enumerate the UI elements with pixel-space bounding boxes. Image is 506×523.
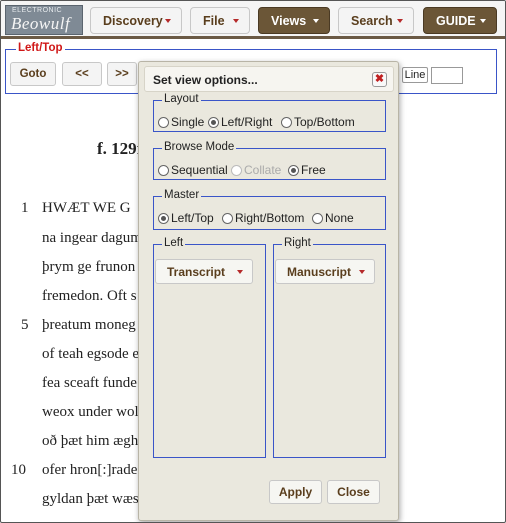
guide-menu-button[interactable]: GUIDE [423, 7, 497, 34]
search-menu-button[interactable]: Search [338, 7, 414, 34]
radio-button[interactable] [158, 164, 169, 176]
master-fieldset: Master Left/Top Right/Bottom None [153, 189, 386, 230]
line-number-input[interactable] [431, 67, 463, 84]
radio-button[interactable] [158, 116, 169, 128]
verse-line: weox under wol [42, 404, 139, 420]
dialog-title: Set view options... [153, 73, 258, 87]
dropdown-label: Transcript [167, 264, 226, 279]
radio-button-selected[interactable] [208, 116, 219, 128]
option-label: Sequential [171, 163, 228, 177]
discovery-label: Discovery [103, 13, 163, 28]
left-view-fieldset: Left Transcript [153, 237, 266, 458]
chevron-down-icon [397, 19, 403, 23]
layout-single-option[interactable]: Single [158, 115, 204, 129]
views-menu-button[interactable]: Views [258, 7, 330, 34]
logo-small-text: ELECTRONIC [12, 7, 63, 14]
file-label: File [203, 13, 225, 28]
option-label: Single [171, 115, 205, 129]
chevron-down-icon [480, 19, 486, 23]
app-frame: ELECTRONIC Beowulf Discovery File Views … [0, 0, 506, 523]
chevron-down-icon [359, 270, 365, 274]
goto-button[interactable]: Goto [10, 62, 56, 86]
verse-line: þreatum moneg [42, 317, 136, 333]
next-button[interactable]: >> [107, 62, 137, 86]
radio-button-selected[interactable] [158, 212, 169, 224]
browse-free-option[interactable]: Free [288, 163, 326, 177]
verse-line: gyldan þæt wæs [42, 491, 139, 507]
close-icon[interactable]: ✖ [372, 72, 387, 87]
right-view-dropdown[interactable]: Manuscript [275, 259, 375, 284]
option-label: None [325, 211, 354, 225]
verse-line: of teah egsode e [42, 346, 140, 362]
logo-big-text: Beowulf [11, 14, 71, 33]
verse-line: ofer hron[:]rade [42, 462, 138, 478]
option-label: Right/Bottom [235, 211, 305, 225]
layout-fieldset: Layout Single Left/Right Top/Bottom [153, 93, 386, 132]
master-right-bottom-option[interactable]: Right/Bottom [222, 211, 304, 225]
radio-button-disabled [231, 164, 242, 176]
radio-button[interactable] [281, 116, 292, 128]
line-button[interactable]: Line [402, 67, 428, 83]
close-button[interactable]: Close [327, 480, 380, 504]
line-number: 1 [21, 200, 29, 216]
beowulf-logo[interactable]: ELECTRONIC Beowulf [5, 5, 83, 35]
browse-sequential-option[interactable]: Sequential [158, 163, 228, 177]
verse-line: oð þæt him ægh [42, 433, 139, 449]
search-label: Search [351, 13, 393, 28]
panel-title: Left/Top [16, 42, 65, 54]
option-label: Top/Bottom [294, 115, 355, 129]
browse-mode-fieldset: Browse Mode Sequential Collate Free [153, 141, 386, 180]
guide-label: GUIDE [436, 13, 476, 28]
browse-collate-option: Collate [231, 163, 281, 177]
chevron-down-icon [313, 19, 319, 23]
verse-line: HWÆT WE G [42, 200, 131, 216]
radio-button[interactable] [222, 212, 233, 224]
dropdown-label: Manuscript [287, 264, 352, 279]
radio-button[interactable] [312, 212, 323, 224]
option-label: Free [301, 163, 326, 177]
verse-line: na ingear dagum [42, 230, 142, 246]
verse-line: fremedon. Oft s [42, 288, 137, 304]
layout-top-bottom-option[interactable]: Top/Bottom [281, 115, 355, 129]
master-none-option[interactable]: None [312, 211, 354, 225]
chevron-down-icon [237, 270, 243, 274]
option-label: Left/Right [221, 115, 273, 129]
chevron-down-icon [165, 19, 171, 23]
right-legend: Right [282, 237, 313, 249]
browse-mode-legend: Browse Mode [162, 141, 237, 153]
radio-button-selected[interactable] [288, 164, 299, 176]
chevron-down-icon [233, 19, 239, 23]
option-label: Collate [244, 163, 282, 177]
layout-left-right-option[interactable]: Left/Right [208, 115, 272, 129]
line-number: 5 [21, 317, 29, 333]
discovery-menu-button[interactable]: Discovery [90, 7, 182, 34]
file-menu-button[interactable]: File [190, 7, 250, 34]
right-view-fieldset: Right Manuscript [273, 237, 386, 458]
verse-line: fea sceaft funde [42, 375, 137, 391]
top-navigation-bar: ELECTRONIC Beowulf Discovery File Views … [1, 1, 505, 39]
verse-line: þrym ge frunon [42, 259, 136, 275]
master-left-top-option[interactable]: Left/Top [158, 211, 214, 225]
previous-button[interactable]: << [62, 62, 102, 86]
views-label: Views [271, 13, 307, 28]
apply-button[interactable]: Apply [269, 480, 322, 504]
option-label: Left/Top [171, 211, 214, 225]
view-options-dialog: Set view options... ✖ Layout Single Left… [138, 61, 399, 521]
line-number: 10 [11, 462, 26, 478]
left-view-dropdown[interactable]: Transcript [155, 259, 253, 284]
layout-legend: Layout [162, 93, 201, 105]
dialog-header[interactable]: Set view options... ✖ [144, 66, 394, 92]
left-legend: Left [162, 237, 186, 249]
master-legend: Master [162, 189, 202, 201]
